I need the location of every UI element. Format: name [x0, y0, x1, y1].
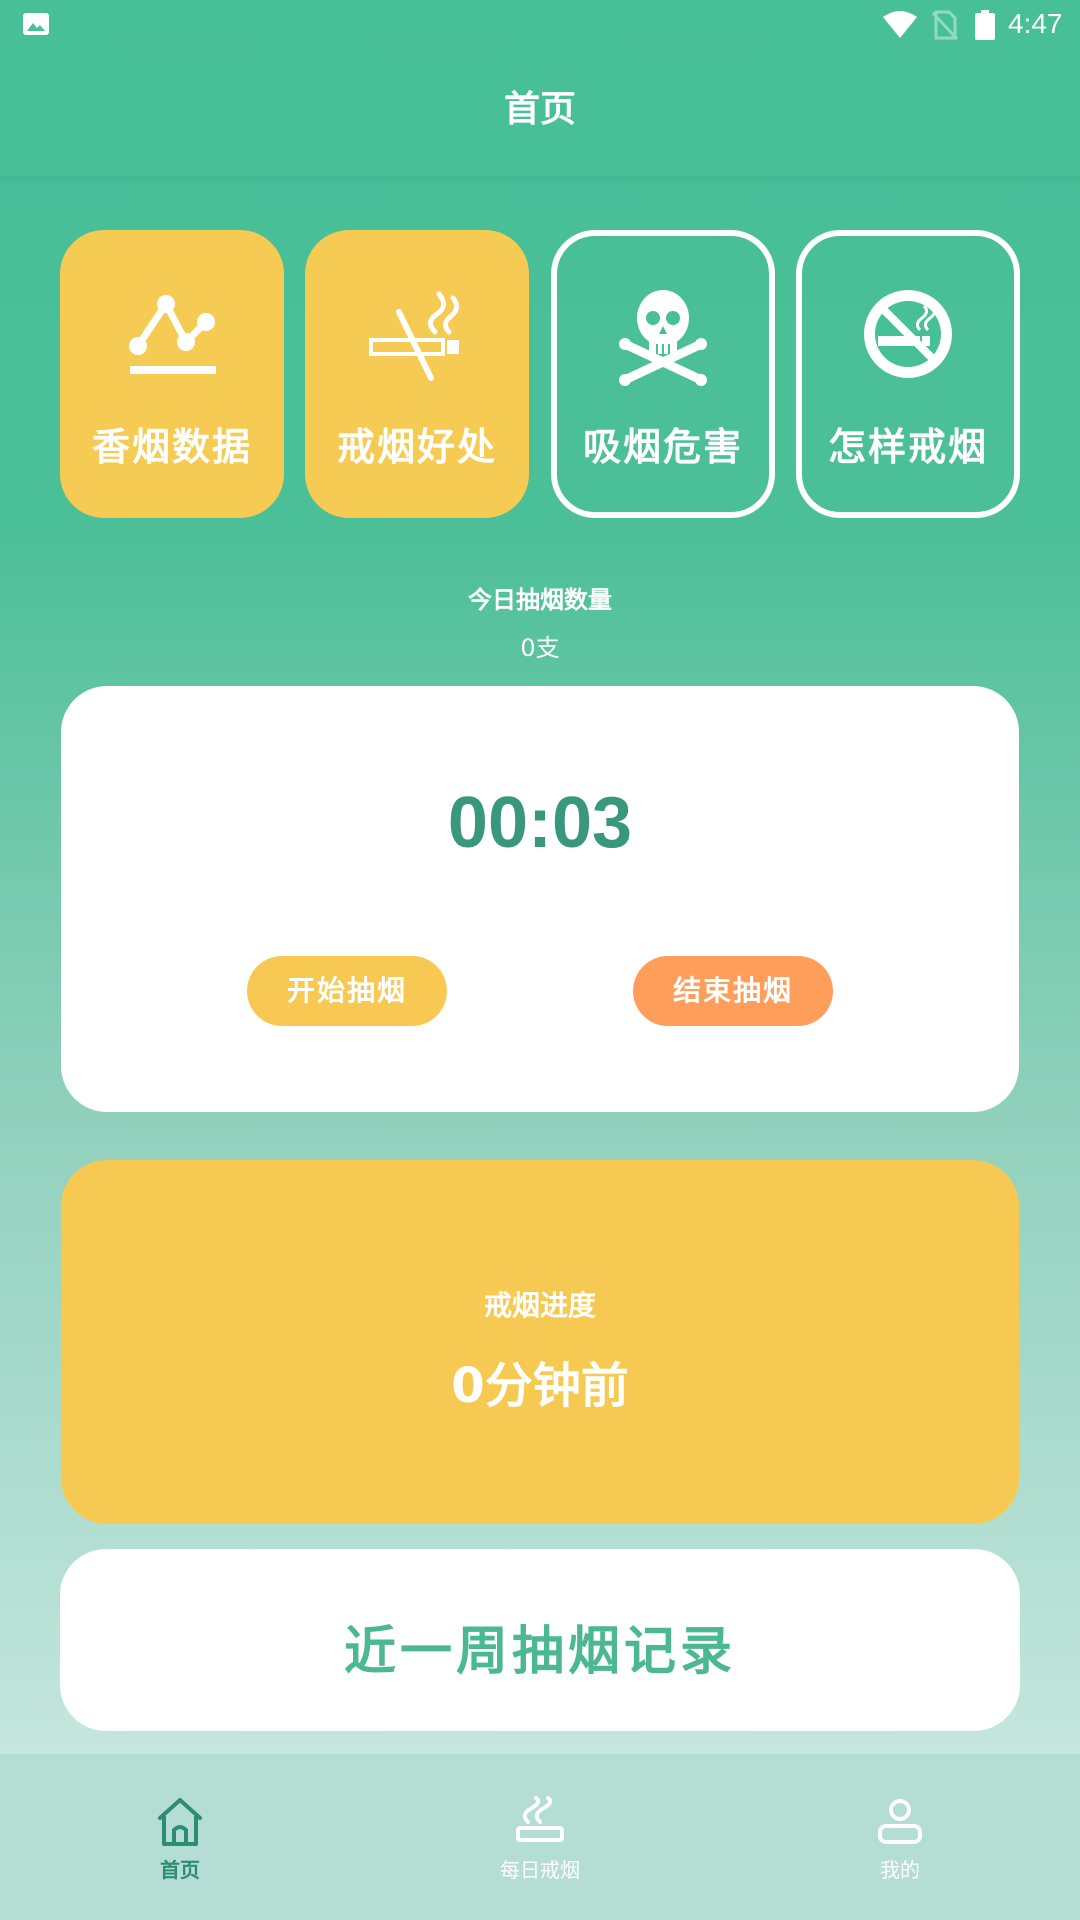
status-time: 4:47: [1008, 8, 1063, 39]
weekly-record-button[interactable]: 近一周抽烟记录: [60, 1549, 1020, 1731]
battery-icon: [975, 10, 995, 40]
tile-smoking-harm[interactable]: 吸烟危害: [551, 230, 775, 518]
nav-item-home[interactable]: 首页: [80, 1754, 280, 1920]
page-title: 首页: [503, 89, 576, 130]
chart-icon: [129, 295, 216, 374]
today-count-value: 0支: [520, 634, 560, 662]
nav-label: 每日戒烟: [500, 1858, 580, 1882]
today-count-label: 今日抽烟数量: [468, 586, 612, 614]
timer-card: 00:03 开始抽烟 结束抽烟: [61, 686, 1019, 1112]
tile-label: 戒烟好处: [336, 425, 497, 469]
app-bar: 首页: [0, 50, 1080, 176]
no-sim-icon: [932, 10, 958, 40]
end-smoking-button[interactable]: 结束抽烟: [633, 956, 833, 1026]
wifi-icon: [883, 11, 917, 38]
nav-label: 首页: [160, 1858, 200, 1882]
quit-progress-value: 0分钟前: [451, 1358, 629, 1414]
tile-quit-benefits[interactable]: 戒烟好处: [305, 230, 529, 518]
nav-label: 我的: [880, 1858, 920, 1882]
skull-crossbones-icon: [619, 290, 707, 386]
bottom-nav: 首页 每日戒烟 我的: [0, 1754, 1080, 1920]
cigarette-icon: [516, 1796, 564, 1842]
quit-progress-label: 戒烟进度: [483, 1289, 596, 1322]
tile-label: 香烟数据: [91, 425, 252, 469]
timer-display: 00:03: [447, 783, 633, 863]
profile-icon: [878, 1799, 922, 1844]
no-smoking-sign-icon: [864, 290, 952, 378]
start-smoking-button[interactable]: 开始抽烟: [247, 956, 447, 1026]
tile-cigarette-data[interactable]: 香烟数据: [60, 230, 284, 518]
home-icon: [158, 1798, 202, 1846]
no-smoking-cigarette-icon: [369, 291, 459, 381]
status-bar: 4:47: [0, 0, 1080, 50]
tile-label: 吸烟危害: [582, 425, 743, 469]
nav-item-mine[interactable]: 我的: [800, 1754, 1000, 1920]
tile-label: 怎样戒烟: [827, 425, 988, 469]
tile-how-to-quit[interactable]: 怎样戒烟: [796, 230, 1020, 518]
quit-progress-card[interactable]: 戒烟进度 0分钟前: [61, 1160, 1019, 1524]
gallery-icon: [23, 13, 49, 35]
feature-tiles: 香烟数据 戒烟好处 吸烟危害 怎样戒烟: [60, 230, 1020, 518]
weekly-record-label: 近一周抽烟记录: [343, 1622, 736, 1682]
nav-item-daily-quit[interactable]: 每日戒烟: [440, 1754, 640, 1920]
